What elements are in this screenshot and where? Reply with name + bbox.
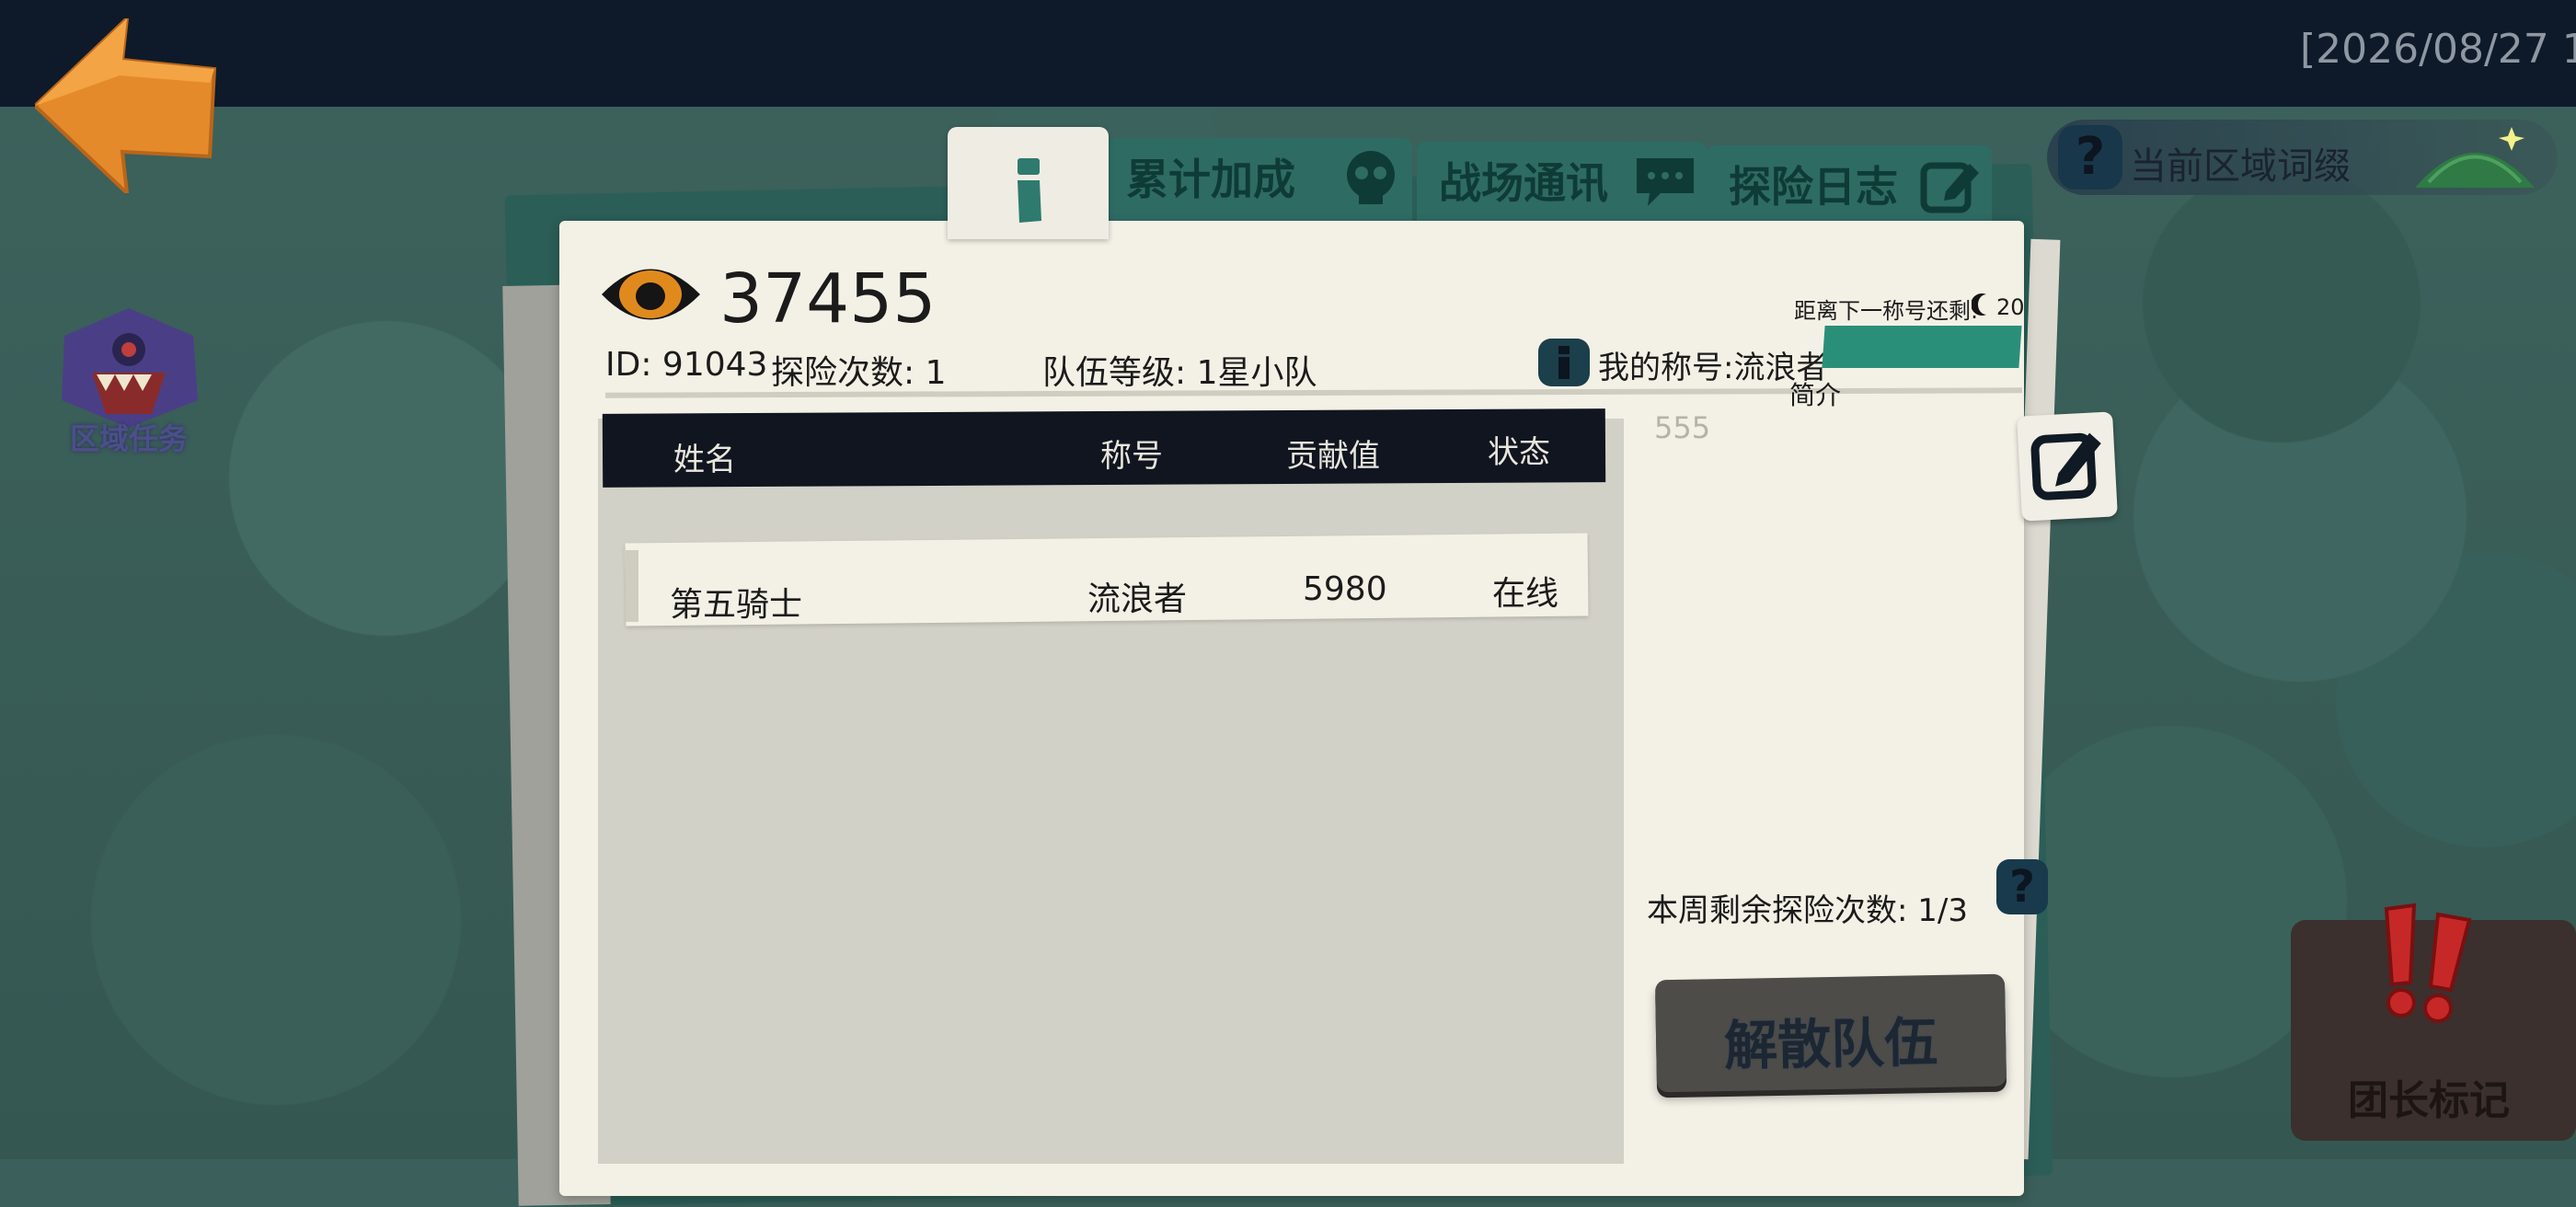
tab-battle-comms-label: 战场通讯 (1439, 158, 1608, 208)
title-progress-bar (1822, 326, 2022, 368)
tab-cumulative-bonus-label: 累计加成 (1126, 155, 1295, 204)
skull-icon (1347, 151, 1395, 204)
question-icon: ? (2009, 861, 2035, 913)
header-status: 状态 (1488, 434, 1550, 471)
crescent-icon (1972, 293, 1986, 316)
tab-cumulative-bonus[interactable]: 累计加成 (1104, 138, 1412, 221)
member-name: 第五骑士 (670, 586, 803, 624)
header-name: 姓名 (673, 442, 736, 478)
edit-intro-button[interactable] (2017, 411, 2118, 522)
green-mound-icon (2415, 127, 2535, 188)
member-status: 在线 (1492, 575, 1559, 613)
intro-value: 555 (1654, 410, 1711, 445)
header-contribution: 贡献值 (1286, 438, 1380, 475)
disband-team-label: 解散队伍 (1723, 1010, 1938, 1078)
tab-adventure-log-label: 探险日志 (1729, 162, 1898, 212)
row-edge (626, 550, 638, 622)
team-score: 37455 (719, 259, 937, 339)
next-title-value: 20 (1996, 294, 2025, 320)
leader-mark-button[interactable]: 团长标记 (2291, 902, 2576, 1141)
region-affix-label: 当前区域词缀 (2130, 145, 2351, 188)
chat-bubble-icon (1637, 158, 1694, 206)
member-contribution: 5980 (1303, 570, 1387, 608)
back-button[interactable] (32, 13, 219, 199)
region-task-label: 区域任务 (69, 421, 188, 456)
eye-icon (602, 269, 700, 320)
member-list (598, 419, 1624, 1164)
question-icon: ? (2058, 125, 2122, 190)
edit-log-icon (1920, 162, 1979, 213)
tab-team-info[interactable] (948, 127, 1109, 239)
member-title: 流浪者 (1087, 581, 1188, 618)
next-title-label: 距离下一称号还剩: (1794, 298, 1979, 324)
info-icon (1018, 158, 1041, 223)
monster-icon (62, 308, 198, 428)
tab-battle-comms[interactable]: 战场通讯 (1417, 142, 1707, 224)
help-button[interactable]: ? (1996, 859, 2048, 914)
leader-mark-label: 团长标记 (2348, 1077, 2510, 1124)
title-badge-icon (1538, 339, 1590, 386)
region-task-button[interactable]: 区域任务 (51, 304, 207, 460)
header-title: 称号 (1100, 438, 1163, 475)
disband-team-button[interactable]: 解散队伍 (1654, 973, 2007, 1093)
timestamp: [2026/08/27 16 (2300, 26, 2576, 73)
explore-count: 探险次数: 1 (771, 354, 947, 392)
back-arrow-icon (32, 13, 217, 199)
intro-label: 简介 (1789, 380, 1842, 410)
edit-icon (2030, 432, 2101, 500)
team-id: ID: 91043 (605, 346, 768, 384)
region-affix-button[interactable]: ? 当前区域词缀 (2047, 120, 2558, 195)
exclamation-icon (2384, 902, 2472, 1023)
weekly-remaining: 本周剩余探险次数: 1/3 (1647, 892, 1968, 929)
team-level: 队伍等级: 1星小队 (1042, 354, 1317, 392)
tab-adventure-log[interactable]: 探险日志 (1707, 145, 1992, 228)
top-bar: [2026/08/27 16 (0, 0, 2576, 107)
